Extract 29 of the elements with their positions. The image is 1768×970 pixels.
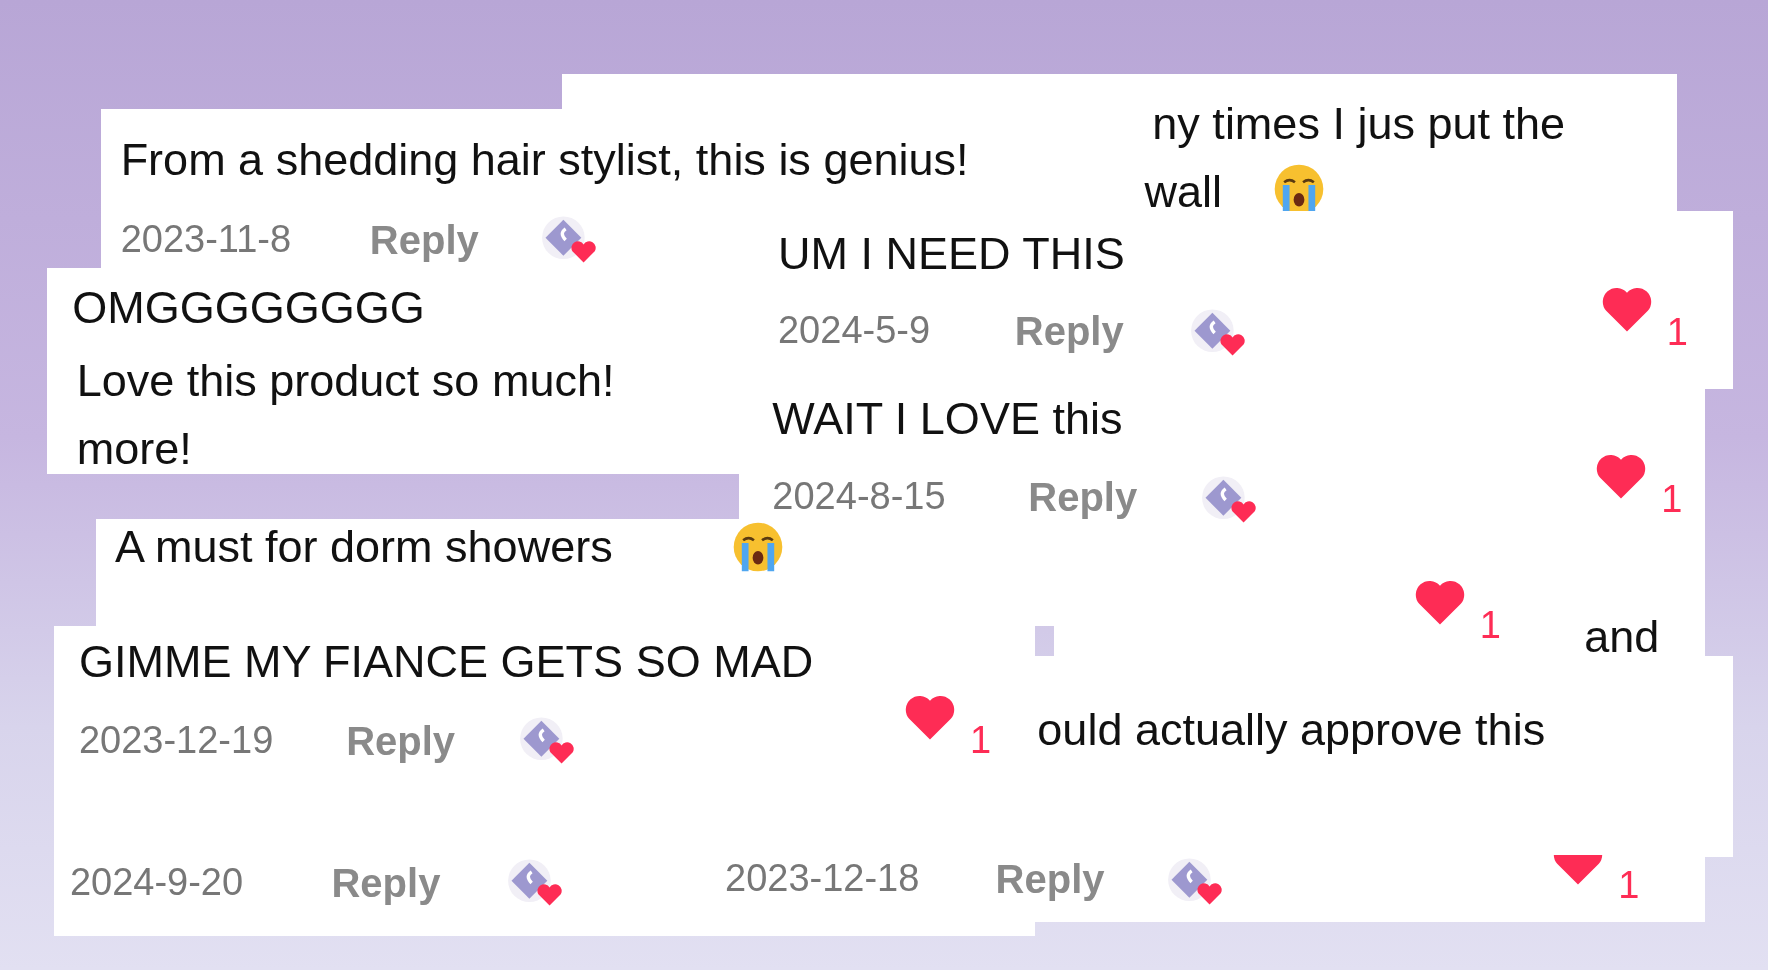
reply-link[interactable]: Reply [369,217,479,264]
reply-link[interactable]: Reply [1028,474,1138,521]
comment-text: WAIT I LOVE this [772,393,1123,446]
comment-text: ould actually approve this [1037,703,1546,756]
comment-text: wall [1144,165,1222,215]
like-count: 1 [1661,477,1683,522]
reply-link[interactable]: Reply [995,856,1105,903]
comment-text: A must for dorm showers [115,521,613,573]
comment-text: Love this product so much! [76,355,615,407]
like-count: 1 [1666,310,1688,355]
comment-text: and [1584,611,1660,657]
comment-date: 2023-12-19 [78,718,274,763]
comment-date: 2024-5-9 [778,309,931,354]
comment-text: GIMME MY FIANCE GETS SO MAD [78,636,814,688]
comment-text: ny times I jus put the [1152,98,1566,150]
comment-date: 2024-8-15 [772,475,946,520]
comment-text: From a shedding hair stylist, this is genius! [120,134,969,186]
comment-text: more! [76,422,192,474]
reply-link[interactable]: Reply [1014,308,1124,355]
reply-link[interactable]: Reply [346,717,456,764]
like-count: 1 [1479,603,1501,648]
comment-text: UM I NEED THIS [778,227,1125,280]
comment-text: OMGGGGGGGG [72,281,425,334]
reply-link[interactable]: Reply [331,859,441,906]
comment-date: 2023-12-18 [725,857,920,902]
comment-date: 2024-9-20 [69,861,244,905]
like-count: 1 [1618,864,1640,909]
like-count: 1 [970,718,992,763]
comment-date: 2023-11-8 [120,218,292,262]
